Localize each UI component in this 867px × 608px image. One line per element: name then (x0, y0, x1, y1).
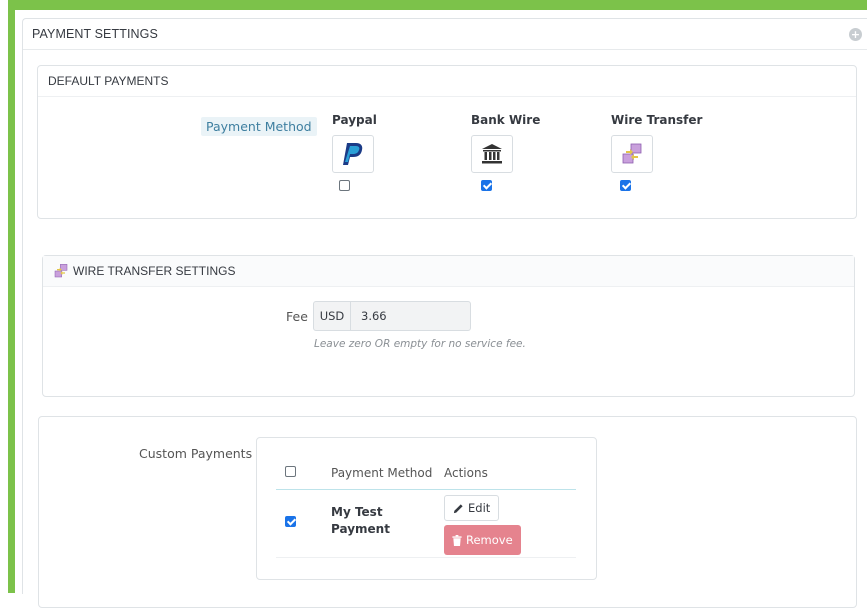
panel-title: PAYMENT SETTINGS (32, 27, 158, 41)
wire-transfer-title: WIRE TRANSFER SETTINGS (73, 264, 236, 278)
method-name: Wire Transfer (611, 113, 703, 127)
bank-wire-checkbox[interactable] (481, 180, 492, 191)
row-checkbox[interactable] (285, 516, 296, 527)
default-payments-panel: DEFAULT PAYMENTS Payment Method Paypal B… (37, 65, 857, 219)
add-circle-icon[interactable]: + (849, 28, 862, 41)
edit-button-label: Edit (468, 501, 491, 515)
edit-button[interactable]: Edit (444, 495, 500, 521)
column-header-actions: Actions (444, 466, 488, 480)
row-divider (276, 557, 576, 558)
wire-transfer-checkbox[interactable] (620, 180, 631, 191)
row-method-name: My Test Payment (331, 505, 390, 536)
default-payments-header: DEFAULT PAYMENTS (38, 66, 856, 97)
paypal-icon (343, 143, 363, 165)
custom-payments-label: Custom Payments (139, 446, 253, 461)
method-name: Paypal (332, 113, 377, 127)
wire-transfer-settings-panel: WIRE TRANSFER SETTINGS Fee USD 3.66 Leav… (42, 255, 855, 397)
default-payments-title: DEFAULT PAYMENTS (48, 74, 169, 88)
panel-header: PAYMENT SETTINGS (23, 19, 867, 50)
paypal-logo (332, 135, 374, 173)
wire-transfer-icon (622, 143, 642, 164)
frame-border-left (8, 0, 15, 593)
remove-button-label: Remove (466, 533, 513, 547)
wire-transfer-header: WIRE TRANSFER SETTINGS (43, 256, 854, 287)
bank-icon (482, 144, 502, 164)
column-header-method: Payment Method (331, 466, 433, 480)
fee-input-group: USD 3.66 (313, 301, 471, 331)
header-divider (276, 489, 576, 490)
payment-settings-panel: PAYMENT SETTINGS + DEFAULT PAYMENTS Paym… (22, 18, 867, 608)
payment-method-label: Payment Method (201, 117, 317, 136)
custom-payments-panel: Custom Payments Payment Method Actions M… (38, 416, 857, 608)
wire-transfer-icon (54, 264, 68, 278)
method-wire-transfer: Wire Transfer (611, 113, 703, 191)
fee-help-text: Leave zero OR empty for no service fee. (314, 338, 526, 350)
currency-addon: USD (314, 302, 351, 330)
fee-input[interactable]: 3.66 (351, 302, 387, 330)
remove-button[interactable]: Remove (444, 525, 521, 555)
trash-icon (452, 534, 462, 546)
fee-label: Fee (286, 309, 308, 324)
select-all-checkbox[interactable] (285, 466, 296, 477)
frame-border-top (8, 0, 867, 10)
bank-wire-logo (471, 135, 513, 173)
method-paypal: Paypal (332, 113, 377, 191)
custom-payments-table: Payment Method Actions My Test Payment E… (256, 437, 597, 580)
paypal-checkbox[interactable] (339, 180, 350, 191)
method-bank-wire: Bank Wire (471, 113, 541, 191)
pencil-icon (453, 503, 463, 513)
wire-transfer-logo (611, 135, 653, 173)
method-name: Bank Wire (471, 113, 541, 127)
